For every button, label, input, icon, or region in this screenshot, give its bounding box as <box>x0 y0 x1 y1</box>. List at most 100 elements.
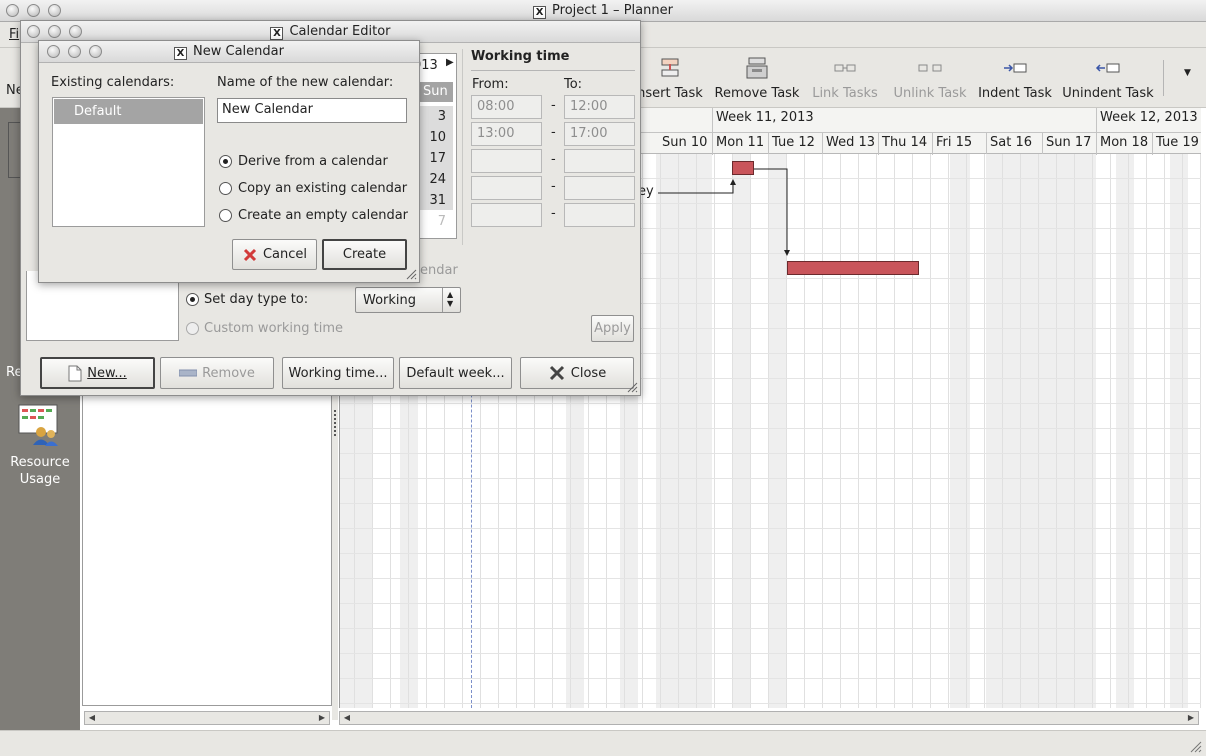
new-calendar-title-bar: X New Calendar <box>39 41 419 63</box>
new-calendar-button[interactable]: New... <box>40 357 155 389</box>
scroll-right-icon[interactable]: ▶ <box>1185 712 1197 724</box>
remove-task-button[interactable]: Remove Task <box>712 56 802 101</box>
empty-calendar-label[interactable]: Create an empty calendar <box>238 208 408 223</box>
existing-calendars-list[interactable]: Default <box>52 97 205 227</box>
from-time-field[interactable] <box>471 149 542 173</box>
unindent-task-button[interactable]: Unindent Task <box>1060 56 1156 101</box>
derive-from-calendar-label[interactable]: Derive from a calendar <box>238 154 388 169</box>
unlink-task-button[interactable]: Unlink Task <box>890 56 970 101</box>
insert-task-icon <box>661 58 679 77</box>
calendar-editor-title: Calendar Editor <box>289 24 391 39</box>
remove-icon <box>179 369 198 377</box>
day-type-select[interactable]: Working ▲ ▼ <box>355 287 461 313</box>
week-11-header: Week 11, 2013 <box>716 110 814 125</box>
scroll-left-icon[interactable]: ◀ <box>86 712 98 724</box>
day-header: Tue 19 <box>1156 135 1199 150</box>
to-time-field[interactable] <box>564 176 635 200</box>
default-week-button[interactable]: Default week... <box>399 357 512 389</box>
day-header: Mon 18 <box>1100 135 1149 150</box>
day-header: Tue 12 <box>772 135 815 150</box>
x11-icon: X <box>174 47 188 60</box>
from-time-field[interactable] <box>471 176 542 200</box>
link-tasks-button[interactable]: Link Tasks <box>808 56 882 101</box>
insert-task-label: nsert Task <box>637 86 703 101</box>
working-time-button[interactable]: Working time... <box>282 357 394 389</box>
gantt-hscrollbar[interactable]: ◀ ▶ <box>339 711 1199 725</box>
set-day-type-radio[interactable] <box>186 293 199 306</box>
custom-working-time-radio[interactable] <box>186 322 199 335</box>
indent-task-button[interactable]: Indent Task <box>976 56 1054 101</box>
indent-task-icon <box>1004 63 1027 73</box>
to-time-field[interactable]: 17:00 <box>564 122 635 146</box>
resource-usage-icon[interactable] <box>18 404 60 446</box>
calendar-day[interactable]: 10 <box>424 130 446 145</box>
from-time-field[interactable]: 08:00 <box>471 95 542 119</box>
resize-grip-icon[interactable] <box>405 268 417 280</box>
to-time-field[interactable] <box>564 149 635 173</box>
sidebar-resource-usage-label[interactable]: Resource Usage <box>0 454 80 488</box>
new-calendar-dialog: X New Calendar Existing calendars: Defaul… <box>38 40 420 283</box>
close-icon <box>549 365 564 381</box>
resize-grip-icon[interactable] <box>626 381 638 393</box>
unindent-task-label: Unindent Task <box>1062 86 1154 101</box>
calendar-name-input[interactable]: New Calendar <box>217 98 407 123</box>
splitter-grip <box>334 410 336 436</box>
week-12-header: Week 12, 2013 <box>1100 110 1198 125</box>
scroll-left-icon[interactable]: ◀ <box>341 712 353 724</box>
insert-task-button[interactable]: nsert Task <box>634 56 706 101</box>
scroll-right-icon[interactable]: ▶ <box>316 712 328 724</box>
to-time-field[interactable]: 12:00 <box>564 95 635 119</box>
calendar-name-label: Name of the new calendar: <box>217 75 394 90</box>
unlink-task-label: Unlink Task <box>893 86 967 101</box>
day-type-value: Working <box>363 292 417 308</box>
sun-column-header: Sun <box>423 84 448 99</box>
next-month-icon[interactable]: ▶ <box>446 57 454 68</box>
set-day-type-label[interactable]: Set day type to: <box>204 292 308 307</box>
copy-calendar-label[interactable]: Copy an existing calendar <box>238 181 407 196</box>
menu-file[interactable]: Fi <box>9 27 19 42</box>
calendar-day[interactable]: 31 <box>424 193 446 208</box>
use-calendar-partial-label: endar <box>420 263 458 278</box>
day-header: Thu 14 <box>882 135 928 150</box>
from-time-field[interactable]: 13:00 <box>471 122 542 146</box>
calendar-day[interactable]: 3 <box>424 109 446 124</box>
close-button[interactable]: Close <box>520 357 634 389</box>
cancel-button[interactable]: Cancel <box>232 239 317 270</box>
day-header: Mon 11 <box>716 135 765 150</box>
from-time-field[interactable] <box>471 203 542 227</box>
spin-arrows-icon: ▲ ▼ <box>447 290 454 308</box>
day-header: Sat 16 <box>990 135 1032 150</box>
to-label: To: <box>564 77 583 92</box>
custom-working-time-label: Custom working time <box>204 321 344 336</box>
from-label: From: <box>472 77 509 92</box>
sidebar-selected-view-frame <box>8 122 20 178</box>
calendar-day[interactable]: 17 <box>424 151 446 166</box>
toolbar-separator <box>1163 60 1164 96</box>
task-bar[interactable] <box>787 261 919 275</box>
day-header: Sun 10 <box>662 135 708 150</box>
apply-button[interactable]: Apply <box>591 315 634 342</box>
to-time-field[interactable] <box>564 203 635 227</box>
calendar-day[interactable]: 24 <box>424 172 446 187</box>
day-header: Wed 13 <box>826 135 876 150</box>
day-header: Sun 17 <box>1046 135 1092 150</box>
create-button[interactable]: Create <box>322 239 407 270</box>
new-document-icon <box>68 365 82 381</box>
existing-calendars-label: Existing calendars: <box>51 75 175 90</box>
copy-calendar-radio[interactable] <box>219 182 232 195</box>
link-tasks-icon <box>834 64 856 72</box>
status-bar <box>0 730 1206 756</box>
indent-task-label: Indent Task <box>978 86 1052 101</box>
task-bar[interactable] <box>732 161 754 175</box>
cancel-icon <box>243 248 257 261</box>
resize-grip-icon[interactable] <box>1188 739 1202 753</box>
derive-from-calendar-radio[interactable] <box>219 155 232 168</box>
list-item[interactable]: Default <box>54 99 203 124</box>
working-time-heading: Working time <box>471 49 570 64</box>
day-header: Fri 15 <box>936 135 973 150</box>
task-list-hscrollbar[interactable]: ◀ ▶ <box>84 711 330 725</box>
calendar-day[interactable]: 7 <box>424 214 446 229</box>
empty-calendar-radio[interactable] <box>219 209 232 222</box>
remove-calendar-button[interactable]: Remove <box>160 357 274 389</box>
toolbar-overflow-arrow-icon[interactable]: ▼ <box>1184 68 1191 78</box>
